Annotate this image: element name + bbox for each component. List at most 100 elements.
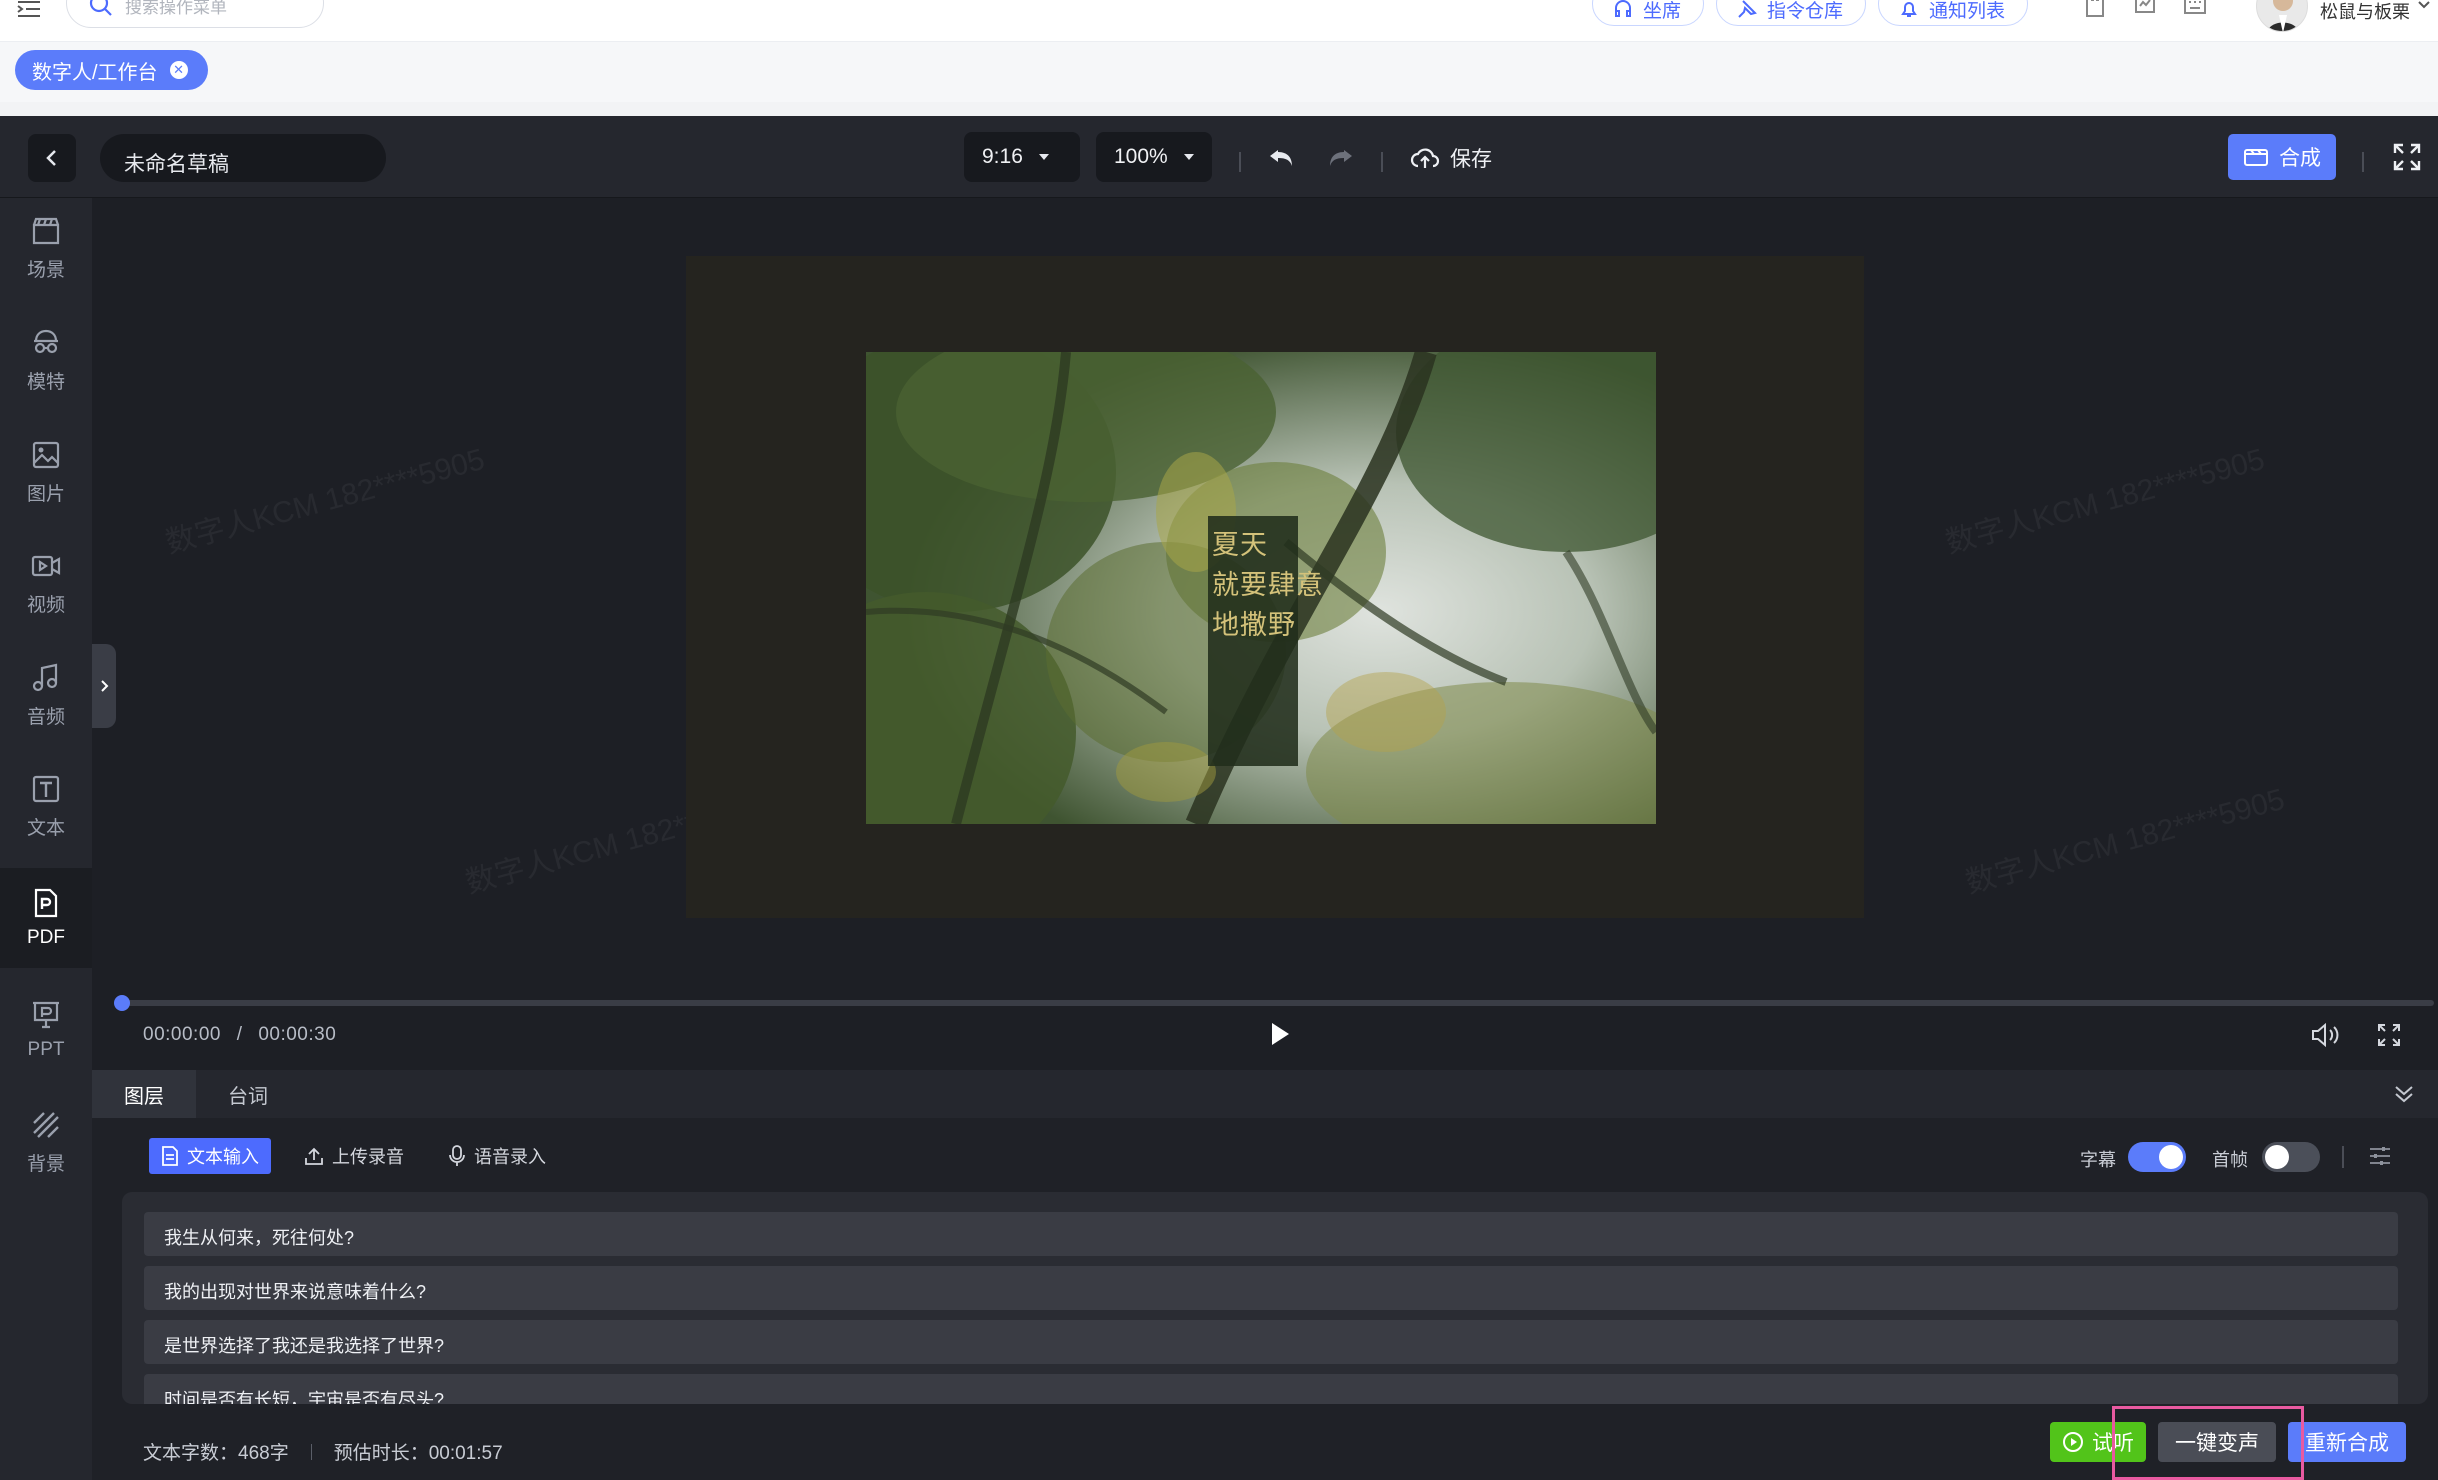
playback-progress-knob[interactable] — [114, 995, 130, 1011]
voice-change-button[interactable]: 一键变声 — [2158, 1422, 2276, 1462]
left-resource-rail: 场景 模特 图片 视频 音频 文本 PDF PPT 背景 — [0, 198, 92, 1480]
editor-toolbar: 未命名草稿 9:16 100% 保存 合成 — [0, 116, 2438, 198]
tab-label: 图层 — [124, 1085, 164, 1108]
stats-divider — [310, 1443, 312, 1460]
volume-icon[interactable] — [2310, 1022, 2340, 1048]
rail-item-background[interactable]: 背景 — [0, 1092, 92, 1192]
toolbar-divider — [1381, 152, 1383, 172]
rail-label: 模特 — [26, 371, 65, 393]
zoom-select[interactable]: 100% — [1096, 132, 1212, 182]
caret-down-icon — [1182, 153, 1196, 161]
seat-button[interactable]: 坐席 — [1592, 0, 1705, 26]
back-button[interactable] — [28, 134, 76, 182]
collapse-panel-icon[interactable] — [2392, 1082, 2416, 1106]
command-repo-button[interactable]: 指令仓库 — [1716, 0, 1867, 26]
aspect-ratio-value: 9:16 — [982, 145, 1023, 168]
draft-title[interactable]: 未命名草稿 — [100, 134, 386, 182]
upload-icon — [304, 1146, 324, 1166]
upload-recording-button[interactable]: 上传录音 — [292, 1138, 416, 1174]
rail-item-video[interactable]: 视频 — [0, 533, 92, 633]
menu-search-box[interactable] — [66, 0, 324, 28]
subtitle-toggle-label: 字幕 — [2080, 1150, 2116, 1170]
building-icon[interactable] — [2082, 0, 2108, 18]
time-readout: 00:00:00 / 00:00:30 — [143, 1024, 336, 1046]
compose-label: 合成 — [2279, 147, 2321, 170]
script-line[interactable]: 是世界选择了我还是我选择了世界? — [144, 1320, 2398, 1364]
caret-down-icon — [1037, 153, 1051, 161]
script-line[interactable]: 我生从何来，死往何处? — [144, 1212, 2398, 1256]
play-icon[interactable] — [1269, 1021, 1291, 1047]
script-editor[interactable]: 我生从何来，死往何处? 我的出现对世界来说意味着什么? 是世界选择了我还是我选择… — [122, 1192, 2428, 1404]
clapperboard-icon — [30, 215, 62, 247]
avatar[interactable] — [2256, 0, 2308, 32]
undo-icon[interactable] — [1266, 142, 1298, 174]
rail-expand-handle[interactable] — [92, 644, 116, 728]
close-icon[interactable]: ✕ — [169, 61, 188, 79]
rail-item-audio[interactable]: 音频 — [0, 645, 92, 745]
seat-label: 坐席 — [1643, 0, 1682, 22]
voice-input-button[interactable]: 语音录入 — [436, 1138, 558, 1174]
chevron-left-icon — [44, 148, 60, 168]
rail-label: 音频 — [26, 706, 65, 728]
script-line[interactable]: 我的出现对世界来说意味着什么? — [144, 1266, 2398, 1310]
model-icon — [30, 327, 62, 359]
bottom-tabs: 图层 台词 — [92, 1070, 2438, 1118]
toggle-knob — [2159, 1145, 2183, 1169]
keyboard-icon[interactable] — [2182, 0, 2208, 18]
rail-label: PPT — [27, 1039, 65, 1060]
music-icon — [30, 662, 62, 694]
search-icon — [89, 0, 113, 17]
caption-line: 地撒野 — [1212, 610, 1296, 641]
player-fullscreen-icon[interactable] — [2376, 1022, 2402, 1048]
microphone-icon — [448, 1145, 466, 1167]
video-caption[interactable]: 夏天 就要肆意 地撒野 — [1208, 516, 1323, 766]
estimated-duration: 预估时长：00:01:57 — [333, 1443, 503, 1464]
command-repo-label: 指令仓库 — [1767, 0, 1844, 22]
pdf-icon — [30, 887, 62, 919]
page-tab[interactable]: 数字人/工作台 ✕ — [15, 50, 208, 90]
rail-item-model[interactable]: 模特 — [0, 310, 92, 410]
tab-label: 台词 — [228, 1085, 268, 1108]
save-label: 保存 — [1450, 148, 1492, 171]
time-separator: / — [236, 1024, 243, 1045]
rail-item-text[interactable]: 文本 — [0, 756, 92, 856]
subtitle-toggle[interactable] — [2128, 1142, 2186, 1172]
sliders-icon[interactable] — [2368, 1144, 2392, 1168]
zoom-value: 100% — [1114, 145, 1168, 168]
rail-item-pdf[interactable]: PDF — [0, 868, 92, 968]
script-line[interactable]: 时间是否有长短，宇宙是否有尽头? — [144, 1374, 2398, 1404]
recompose-button[interactable]: 重新合成 — [2288, 1422, 2406, 1462]
word-count: 文本字数：468字 — [143, 1443, 289, 1464]
caption-line: 夏天 — [1212, 530, 1268, 561]
rail-item-image[interactable]: 图片 — [0, 422, 92, 522]
playback-progress-track[interactable] — [118, 1000, 2434, 1006]
rail-item-ppt[interactable]: PPT — [0, 980, 92, 1080]
rail-item-scene[interactable]: 场景 — [0, 198, 92, 298]
first-frame-toggle[interactable] — [2262, 1142, 2320, 1172]
user-name[interactable]: 松鼠与板栗 — [2320, 0, 2410, 24]
redo-icon[interactable] — [1324, 142, 1356, 174]
menu-search-input[interactable] — [125, 0, 305, 19]
total-time: 00:00:30 — [258, 1024, 337, 1045]
chevron-down-icon[interactable] — [2417, 0, 2431, 10]
listen-button[interactable]: 试听 — [2050, 1422, 2146, 1462]
voice-change-label: 一键变声 — [2175, 1432, 2259, 1455]
tab-layers[interactable]: 图层 — [92, 1070, 196, 1118]
notification-list-button[interactable]: 通知列表 — [1878, 0, 2029, 26]
monitor-icon[interactable] — [2132, 0, 2158, 18]
fullscreen-icon[interactable] — [2392, 142, 2422, 172]
chevron-right-icon — [99, 679, 109, 693]
rail-label: 背景 — [26, 1153, 65, 1175]
notification-list-label: 通知列表 — [1929, 0, 2006, 22]
tab-script[interactable]: 台词 — [196, 1070, 300, 1118]
menu-fold-icon[interactable] — [14, 0, 44, 24]
background-icon — [30, 1109, 62, 1141]
aspect-ratio-select[interactable]: 9:16 — [964, 132, 1080, 182]
text-input-mode-button[interactable]: 文本输入 — [149, 1138, 271, 1174]
input-mode-label: 文本输入 — [187, 1147, 259, 1167]
rail-label: 文本 — [26, 817, 65, 839]
top-nav-bar: 坐席 指令仓库 通知列表 松鼠与板栗 — [0, 0, 2438, 42]
ppt-icon — [30, 999, 62, 1031]
compose-button[interactable]: 合成 — [2228, 134, 2336, 180]
save-button[interactable]: 保存 — [1410, 138, 1492, 178]
